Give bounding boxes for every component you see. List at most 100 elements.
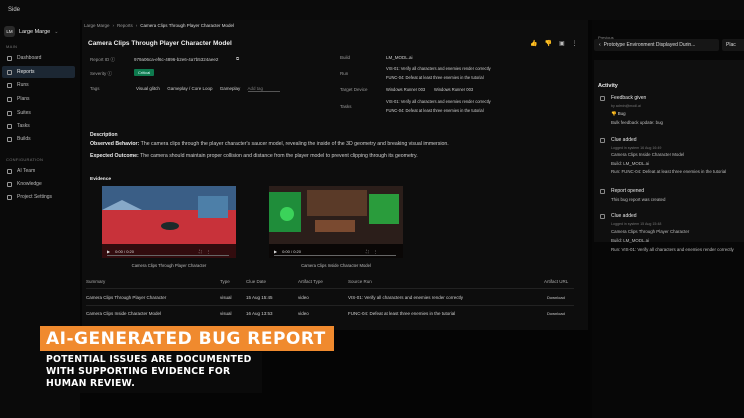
target-device: Windows Runner 003	[386, 87, 426, 92]
sidebar-item-dashboard[interactable]: Dashboard	[2, 52, 75, 64]
evidence-video[interactable]: ▶ 0:00 / 0:20 ⛶ ⋮	[269, 186, 403, 258]
thumbs-down-icon[interactable]: 👎	[544, 40, 551, 47]
grid-icon	[7, 55, 12, 61]
report-icon	[600, 189, 605, 194]
tasks-label: Tasks	[340, 104, 352, 109]
chevron-left-icon: ‹	[599, 42, 601, 48]
table-cell: video	[298, 295, 309, 300]
tag[interactable]: Gameplay	[220, 86, 241, 91]
col-header[interactable]: Artifact URL	[544, 279, 568, 284]
breadcrumb-item[interactable]: Large Marge	[84, 23, 110, 28]
col-header[interactable]: Source Run	[348, 279, 372, 284]
sidebar-item-label: Knowledge	[17, 181, 42, 187]
breadcrumb: Large Marge › Reports › Camera Clips Throu…	[84, 23, 234, 28]
main-section-label: MAIN	[6, 44, 18, 49]
severity-badge[interactable]: Critical	[134, 69, 155, 76]
build-value[interactable]: LM_MODL.ai	[386, 55, 413, 60]
thumbs-up-icon[interactable]: 👍	[530, 40, 537, 47]
sidebar-item-builds[interactable]: Builds	[2, 133, 75, 145]
video-caption: Camera Clips Inside Character Model	[301, 263, 371, 268]
config-section-label: CONFIGURATION	[6, 157, 44, 162]
sidebar-item-knowledge[interactable]: Knowledge	[2, 178, 75, 190]
workspace-switcher[interactable]: LM Large Marge ⌄	[4, 26, 58, 37]
more-icon[interactable]: ⋮	[572, 40, 578, 47]
sidebar-item-ai-team[interactable]: AI Team	[2, 165, 75, 177]
fullscreen-icon[interactable]: ⛶	[199, 249, 202, 254]
book-icon	[7, 181, 12, 187]
table-cell[interactable]: VIS-01: Verify all characters and enemie…	[348, 295, 463, 300]
thumbs-down-icon: 👎	[611, 111, 617, 116]
activity-panel: Activity Feedback given by admin@modl.ai…	[594, 60, 744, 252]
chevron-down-icon: ⌄	[54, 28, 59, 35]
table-cell: visual	[220, 311, 232, 316]
play-icon[interactable]: ▶	[107, 249, 110, 254]
evidence-heading: Evidence	[90, 177, 112, 182]
more-icon[interactable]: ⋮	[374, 249, 378, 254]
previous-report-button[interactable]: ‹ Prototype Environment Displayed Durin..…	[594, 39, 719, 51]
tag-list: Visual glitch Gameplay / Core Loop Gamep…	[136, 86, 280, 92]
video-caption: Camera Clips Through Player Character	[131, 263, 207, 268]
download-link[interactable]: Download	[547, 311, 565, 316]
sidebar-item-label: Tasks	[17, 123, 30, 129]
workspace-avatar: LM	[4, 26, 15, 37]
sidebar-item-label: Runs	[17, 82, 29, 88]
report-id-row: Report ID ⓘ	[90, 57, 115, 63]
placeholder-card[interactable]: Plac	[722, 39, 744, 51]
gear-icon	[7, 194, 12, 200]
play-icon[interactable]: ▶	[274, 249, 277, 254]
task-icon	[7, 123, 12, 129]
info-icon: ⓘ	[110, 57, 116, 62]
report-main: Large Marge › Reports › Camera Clips Throu…	[82, 20, 588, 330]
evidence-video[interactable]: ▶ 0:00 / 0:20 ⛶ ⋮	[102, 186, 236, 258]
add-tag-input[interactable]: Add tag	[247, 86, 280, 92]
window-titlebar: Side	[0, 0, 744, 20]
table-divider	[86, 305, 574, 306]
run-label: Run	[340, 71, 349, 76]
table-cell[interactable]: FUNC-04: Defeat at least three enemies i…	[348, 311, 455, 316]
table-cell: video	[298, 311, 309, 316]
expected-outcome: Expected Outcome: The camera should main…	[90, 153, 418, 159]
col-header[interactable]: Clue Date	[246, 279, 266, 284]
video-progress[interactable]	[274, 254, 396, 256]
tag[interactable]: Gameplay / Core Loop	[167, 86, 212, 91]
col-header[interactable]: Summary	[86, 279, 105, 284]
sidebar-item-label: Reports	[17, 69, 35, 75]
window-title: Side	[8, 7, 21, 13]
run-link[interactable]: FUNC-04: Defeat at least three enemies i…	[386, 75, 484, 80]
sidebar-item-suites[interactable]: Suites	[2, 107, 75, 119]
table-cell: 15 Aug 15:45	[246, 295, 273, 300]
sidebar-item-project-settings[interactable]: Project Settings	[2, 191, 75, 203]
overlay-subline: POTENTIAL ISSUES ARE DOCUMENTED WITH SUP…	[40, 352, 262, 393]
task-link[interactable]: FUNC-04: Defeat at least three enemies i…	[386, 108, 484, 113]
page-title: Camera Clips Through Player Character Mo…	[88, 40, 232, 47]
col-header[interactable]: Type	[220, 279, 230, 284]
task-link[interactable]: VIS-01: Verify all characters and enemie…	[386, 99, 491, 104]
run-link[interactable]: VIS-01: Verify all characters and enemie…	[386, 66, 491, 71]
tag[interactable]: Visual glitch	[136, 86, 160, 91]
more-icon[interactable]: ⋮	[207, 249, 211, 254]
col-header[interactable]: Artifact Type	[298, 279, 323, 284]
comment-icon[interactable]: ▣	[559, 40, 565, 47]
table-cell: visual	[220, 295, 232, 300]
play-icon	[7, 82, 12, 88]
table-cell: Camera Clips Inside Character Model	[86, 311, 162, 316]
sidebar-item-reports[interactable]: Reports	[2, 66, 75, 78]
plan-icon	[7, 96, 12, 102]
breadcrumb-item[interactable]: Reports	[117, 23, 133, 28]
severity-label: Severity	[90, 71, 107, 76]
sidebar-item-plans[interactable]: Plans	[2, 93, 75, 105]
suite-icon	[7, 110, 12, 116]
sidebar-item-runs[interactable]: Runs	[2, 79, 75, 91]
sidebar-item-label: Suites	[17, 110, 31, 116]
target-device-label: Target Device	[340, 87, 368, 92]
tags-label: Tags	[90, 86, 100, 91]
sidebar-item-label: Dashboard	[17, 55, 42, 61]
fullscreen-icon[interactable]: ⛶	[366, 249, 369, 254]
download-link[interactable]: Download	[547, 295, 565, 300]
sidebar-item-tasks[interactable]: Tasks	[2, 120, 75, 132]
report-actions: 👍 👎 ▣ ⋮	[530, 40, 578, 47]
sidebar-item-label: AI Team	[17, 168, 36, 174]
activity-heading: Activity	[598, 83, 618, 89]
copy-icon[interactable]: ⧉	[236, 56, 239, 61]
video-progress[interactable]	[107, 254, 229, 256]
